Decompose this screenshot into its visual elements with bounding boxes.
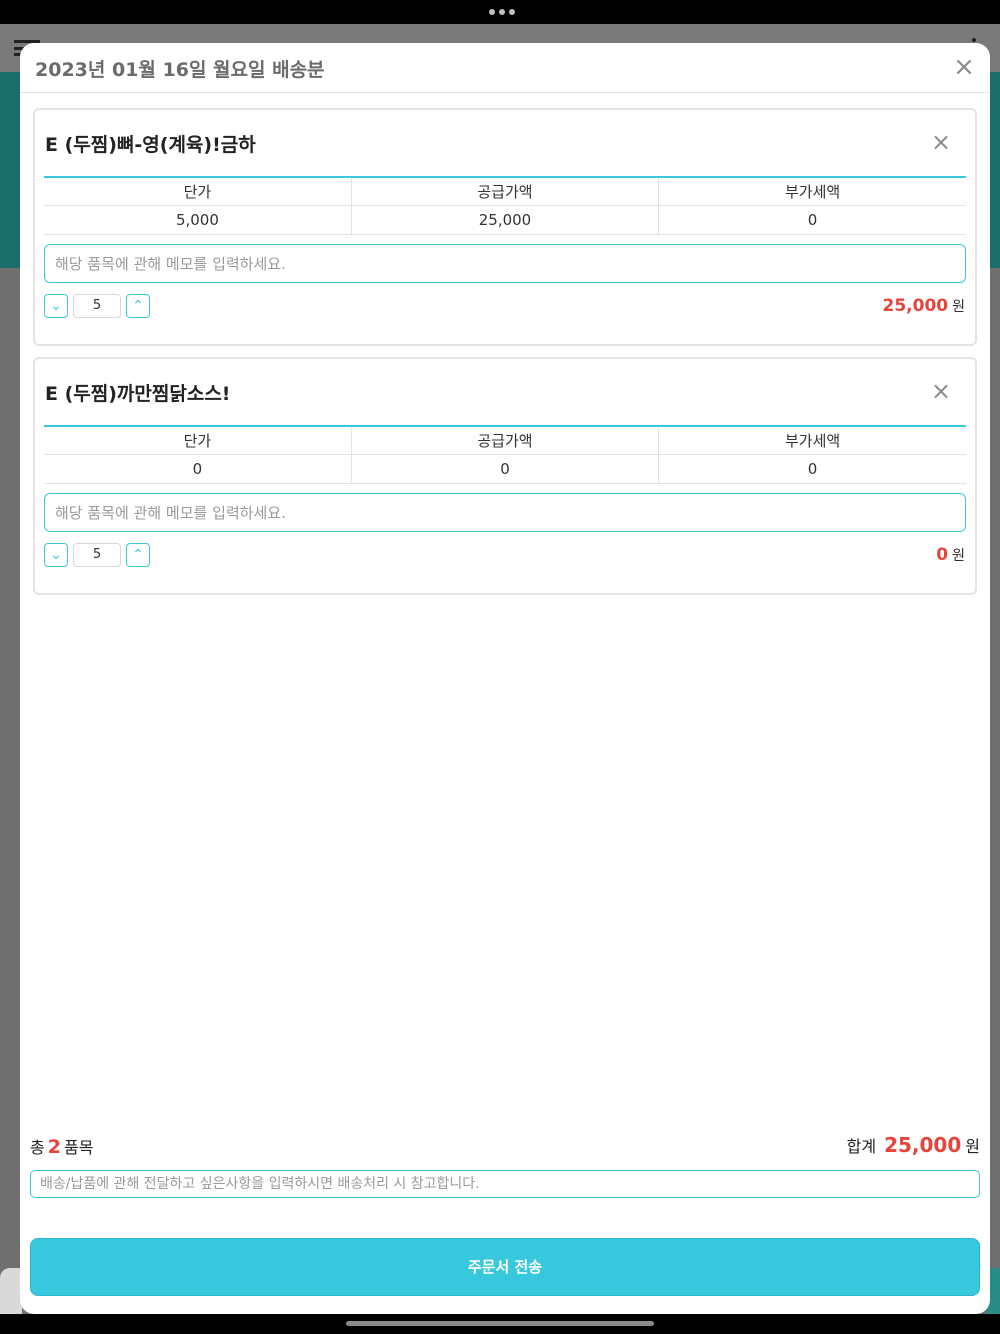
- vat-amount-header: 부가세액: [658, 426, 966, 455]
- item-memo-input[interactable]: [44, 244, 966, 283]
- supply-amount-value: 0: [351, 454, 660, 484]
- unit-price-header: 단가: [44, 426, 352, 455]
- item-total: 0원: [936, 545, 965, 565]
- remove-item-close-icon[interactable]: ×: [929, 130, 953, 154]
- vat-amount-header: 부가세액: [658, 177, 966, 206]
- order-item-card: E (두찜)까만찜닭소스! × 단가 공급가액 부가세액 0 0 0 ⌄ 5 ⌃…: [33, 357, 977, 595]
- quantity-value[interactable]: 5: [73, 543, 121, 567]
- decrease-quantity-chevron-down-icon[interactable]: ⌄: [44, 294, 68, 318]
- multitasking-dots-icon[interactable]: [489, 9, 515, 15]
- price-table-header-row: 단가 공급가액 부가세액: [44, 177, 966, 206]
- modal-header: 2023년 01월 16일 월요일 배송분 ×: [20, 43, 990, 93]
- background-tab-left: [0, 1268, 22, 1314]
- item-count-summary: 총 2 품목: [30, 1134, 93, 1158]
- more-icon: [972, 38, 976, 42]
- item-total-amount: 25,000: [882, 296, 949, 316]
- increase-quantity-chevron-up-icon[interactable]: ⌃: [126, 294, 150, 318]
- unit-price-header: 단가: [44, 177, 352, 206]
- modal-close-icon[interactable]: ×: [950, 53, 978, 81]
- item-total-amount: 0: [936, 545, 949, 565]
- submit-order-button[interactable]: 주문서 전송: [30, 1238, 980, 1296]
- price-table: 단가 공급가액 부가세액 5,000 25,000 0: [44, 176, 966, 235]
- order-item-card: E (두찜)뼈-영(계육)!금하 × 단가 공급가액 부가세액 5,000 25…: [33, 108, 977, 346]
- increase-quantity-chevron-up-icon[interactable]: ⌃: [126, 543, 150, 567]
- item-name: E (두찜)까만찜닭소스!: [45, 383, 231, 405]
- price-table: 단가 공급가액 부가세액 0 0 0: [44, 425, 966, 484]
- price-table-row: 0 0 0: [44, 454, 966, 484]
- supply-amount-header: 공급가액: [351, 426, 660, 455]
- total-prefix: 총: [30, 1138, 45, 1157]
- quantity-stepper: ⌄ 5 ⌃: [44, 294, 150, 318]
- item-total: 25,000 원: [883, 296, 966, 316]
- order-modal: 2023년 01월 16일 월요일 배송분 × E (두찜)뼈-영(계육)!금하…: [20, 43, 990, 1314]
- supply-amount-header: 공급가액: [351, 177, 660, 206]
- remove-item-close-icon[interactable]: ×: [929, 379, 953, 403]
- item-suffix: 품목: [63, 1138, 94, 1157]
- vat-amount-value: 0: [658, 205, 966, 235]
- item-name: E (두찜)뼈-영(계육)!금하: [45, 134, 256, 156]
- quantity-stepper: ⌄ 5 ⌃: [44, 543, 150, 567]
- sum-currency: 원: [965, 1137, 980, 1156]
- currency-label: 원: [952, 548, 965, 564]
- unit-price-value: 5,000: [44, 205, 352, 235]
- sum-summary: 합계 25,000 원: [847, 1133, 980, 1157]
- decrease-quantity-chevron-down-icon[interactable]: ⌄: [44, 543, 68, 567]
- unit-price-value: 0: [44, 454, 352, 484]
- modal-title: 2023년 01월 16일 월요일 배송분: [35, 59, 325, 81]
- delivery-note-input[interactable]: [30, 1170, 980, 1198]
- quantity-value[interactable]: 5: [73, 294, 121, 318]
- item-memo-input[interactable]: [44, 493, 966, 532]
- price-table-row: 5,000 25,000 0: [44, 205, 966, 235]
- supply-amount-value: 25,000: [351, 205, 660, 235]
- price-table-header-row: 단가 공급가액 부가세액: [44, 426, 966, 455]
- vat-amount-value: 0: [658, 454, 966, 484]
- sum-amount: 25,000: [884, 1133, 962, 1157]
- item-count: 2: [47, 1136, 61, 1158]
- home-indicator[interactable]: [346, 1321, 654, 1326]
- sum-label: 합계: [846, 1137, 877, 1156]
- currency-label: 원: [952, 299, 965, 315]
